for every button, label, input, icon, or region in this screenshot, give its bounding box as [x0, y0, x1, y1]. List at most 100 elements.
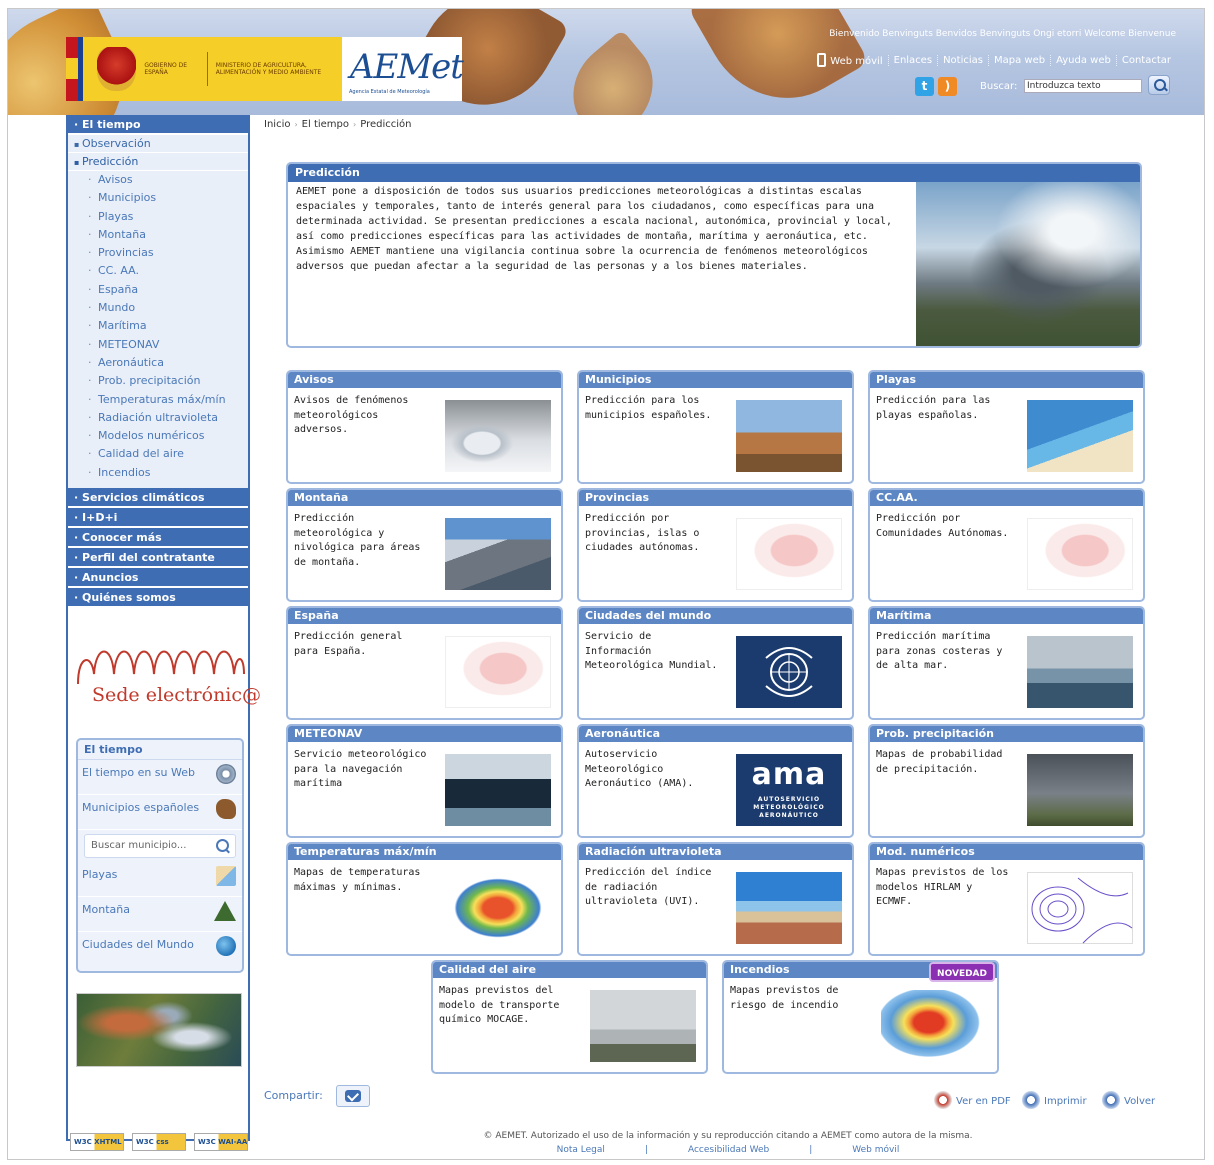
- footer-link-nota-legal[interactable]: Nota Legal: [557, 1145, 605, 1155]
- sidebar-section[interactable]: I+D+i: [68, 508, 248, 529]
- card-title[interactable]: Provincias: [579, 490, 852, 506]
- sidebar-section[interactable]: Servicios climáticos: [68, 488, 248, 509]
- twitter-icon[interactable]: t: [915, 77, 934, 96]
- card-title[interactable]: Montaña: [288, 490, 561, 506]
- card-image[interactable]: [1027, 872, 1133, 944]
- card-title[interactable]: Avisos: [288, 372, 561, 388]
- playas-link[interactable]: Playas: [78, 862, 242, 898]
- prediction-card[interactable]: CC.AA. Predicción por Comunidades Autónom…: [868, 488, 1145, 602]
- sidebar-item-prediccion[interactable]: Predicción: [68, 153, 248, 171]
- ver-en-pdf-link[interactable]: Ver en PDF: [934, 1091, 1011, 1109]
- gobierno-logo[interactable]: GOBIERNO DE ESPAÑA MINISTERIO DE AGRICUL…: [66, 37, 342, 101]
- card-title[interactable]: CC.AA.: [870, 490, 1143, 506]
- card-title[interactable]: Temperaturas máx/mín: [288, 844, 561, 860]
- sidebar-subitem[interactable]: Provincias: [68, 244, 248, 263]
- card-title[interactable]: Calidad del aire: [433, 962, 706, 978]
- prediction-card[interactable]: Calidad del aire Mapas previstos del mode…: [431, 960, 708, 1074]
- sidebar-subitem[interactable]: Temperaturas máx/mín: [68, 390, 248, 409]
- sidebar-item-observacion[interactable]: Observación: [68, 135, 248, 153]
- card-image[interactable]: [445, 400, 551, 472]
- sidebar-subitem[interactable]: Avisos: [68, 171, 248, 190]
- prediction-card[interactable]: Mod. numéricos Mapas previstos de los mod…: [868, 842, 1145, 956]
- share-email-icon[interactable]: [336, 1085, 370, 1107]
- sidebar-subitem[interactable]: España: [68, 280, 248, 300]
- card-image[interactable]: [736, 518, 842, 590]
- sidebar-section[interactable]: Conocer más: [68, 528, 248, 549]
- search-icon[interactable]: [1148, 75, 1170, 95]
- satellite-image[interactable]: [76, 993, 242, 1068]
- card-image[interactable]: [881, 990, 987, 1062]
- sidebar-item-el-tiempo[interactable]: El tiempo: [68, 115, 248, 135]
- top-link-enlaces[interactable]: Enlaces: [887, 54, 937, 66]
- logo-strip[interactable]: GOBIERNO DE ESPAÑA MINISTERIO DE AGRICUL…: [66, 37, 464, 101]
- card-title[interactable]: Playas: [870, 372, 1143, 388]
- sidebar-subitem[interactable]: Prob. precipitación: [68, 372, 248, 391]
- prediction-card[interactable]: Playas Predicción para las playas español…: [868, 370, 1145, 484]
- volver-link[interactable]: Volver: [1102, 1091, 1155, 1109]
- search-icon[interactable]: [215, 838, 231, 854]
- search-input[interactable]: [1024, 79, 1142, 93]
- card-title[interactable]: Prob. precipitación: [870, 726, 1143, 742]
- card-image[interactable]: [1027, 518, 1133, 590]
- card-image[interactable]: [445, 754, 551, 826]
- el-tiempo-en-su-web-link[interactable]: El tiempo en su Web: [78, 760, 242, 796]
- breadcrumb-inicio[interactable]: Inicio: [264, 119, 290, 130]
- municipios-espanoles-link[interactable]: Municipios españoles: [78, 795, 242, 831]
- montana-link[interactable]: Montaña: [78, 897, 242, 933]
- card-title[interactable]: Mod. numéricos: [870, 844, 1143, 860]
- sidebar-subitem[interactable]: Montaña: [68, 225, 248, 245]
- prediction-card[interactable]: METEONAV Servicio meteorológico para la n…: [286, 724, 563, 838]
- sidebar-section[interactable]: Quiénes somos: [68, 588, 248, 609]
- municipio-search-input[interactable]: Buscar municipio...: [84, 834, 236, 859]
- prediction-card[interactable]: Avisos Avisos de fenómenos meteorológicos…: [286, 370, 563, 484]
- sidebar-subitem[interactable]: Incendios: [68, 463, 248, 483]
- w3c-wai-badge[interactable]: W3C WAI-AA WCAG 1.0: [194, 1133, 248, 1151]
- sede-electronica-logo[interactable]: Sede electrónic@: [68, 622, 261, 732]
- prediction-card[interactable]: Ciudades del mundo Servicio de Informació…: [577, 606, 854, 720]
- prediction-card[interactable]: Temperaturas máx/mín Mapas de temperatura…: [286, 842, 563, 956]
- imprimir-link[interactable]: Imprimir: [1022, 1091, 1087, 1109]
- aemet-logo[interactable]: AEMet Agencia Estatal de Meteorología: [342, 37, 464, 101]
- card-image[interactable]: [445, 518, 551, 590]
- top-link-mapa-web[interactable]: Mapa web: [987, 54, 1050, 66]
- card-title[interactable]: Marítima: [870, 608, 1143, 624]
- sidebar-subitem[interactable]: METEONAV: [68, 335, 248, 354]
- card-image[interactable]: [736, 872, 842, 944]
- sidebar-subitem[interactable]: CC. AA.: [68, 262, 248, 281]
- sidebar-subitem[interactable]: Playas: [68, 207, 248, 226]
- top-link-contactar[interactable]: Contactar: [1115, 54, 1176, 66]
- sidebar-subitem[interactable]: Modelos numéricos: [68, 427, 248, 446]
- w3c-xhtml-badge[interactable]: W3C XHTML 1.0: [70, 1133, 124, 1151]
- card-image[interactable]: [445, 872, 551, 944]
- prediction-card[interactable]: Montaña Predicción meteorológica y nivoló…: [286, 488, 563, 602]
- card-image[interactable]: [736, 400, 842, 472]
- prediction-card[interactable]: Municipios Predicción para los municipios…: [577, 370, 854, 484]
- card-image[interactable]: [1027, 636, 1133, 708]
- top-link-noticias[interactable]: Noticias: [937, 54, 988, 66]
- card-title[interactable]: METEONAV: [288, 726, 561, 742]
- sidebar-subitem[interactable]: Radiación ultravioleta: [68, 408, 248, 428]
- prediction-card[interactable]: Radiación ultravioleta Predicción del índ…: [577, 842, 854, 956]
- footer-link-accesibilidad[interactable]: Accesibilidad Web: [688, 1145, 769, 1155]
- prediction-card[interactable]: Marítima Predicción marítima para zonas c…: [868, 606, 1145, 720]
- card-image[interactable]: [1027, 754, 1133, 826]
- rss-icon[interactable]: ): [938, 77, 957, 96]
- footer-link-web-movil[interactable]: Web móvil: [852, 1145, 899, 1155]
- card-image[interactable]: [736, 636, 842, 708]
- prediction-card[interactable]: Aeronáutica Autoservicio Meteorológico Ae…: [577, 724, 854, 838]
- card-image[interactable]: [590, 990, 696, 1062]
- card-image[interactable]: [445, 636, 551, 708]
- sidebar-subitem[interactable]: Mundo: [68, 299, 248, 318]
- prediction-card[interactable]: España Predicción general para España.: [286, 606, 563, 720]
- prediction-card[interactable]: Provincias Predicción por provincias, isl…: [577, 488, 854, 602]
- card-title[interactable]: Municipios: [579, 372, 852, 388]
- sidebar-subitem[interactable]: Aeronáutica: [68, 353, 248, 373]
- card-image[interactable]: [1027, 400, 1133, 472]
- sidebar-subitem[interactable]: Municipios: [68, 189, 248, 208]
- card-title[interactable]: Aeronáutica: [579, 726, 852, 742]
- sidebar-subitem[interactable]: Calidad del aire: [68, 445, 248, 464]
- prediction-card[interactable]: Prob. precipitación Mapas de probabilidad…: [868, 724, 1145, 838]
- breadcrumb-el-tiempo[interactable]: El tiempo: [302, 119, 349, 130]
- prediction-card[interactable]: Incendios Mapas previstos de riesgo de in…: [722, 960, 999, 1074]
- card-image[interactable]: ama AUTOSERVICIO METEOROLÓGICO AERONÁUTIC…: [736, 754, 842, 826]
